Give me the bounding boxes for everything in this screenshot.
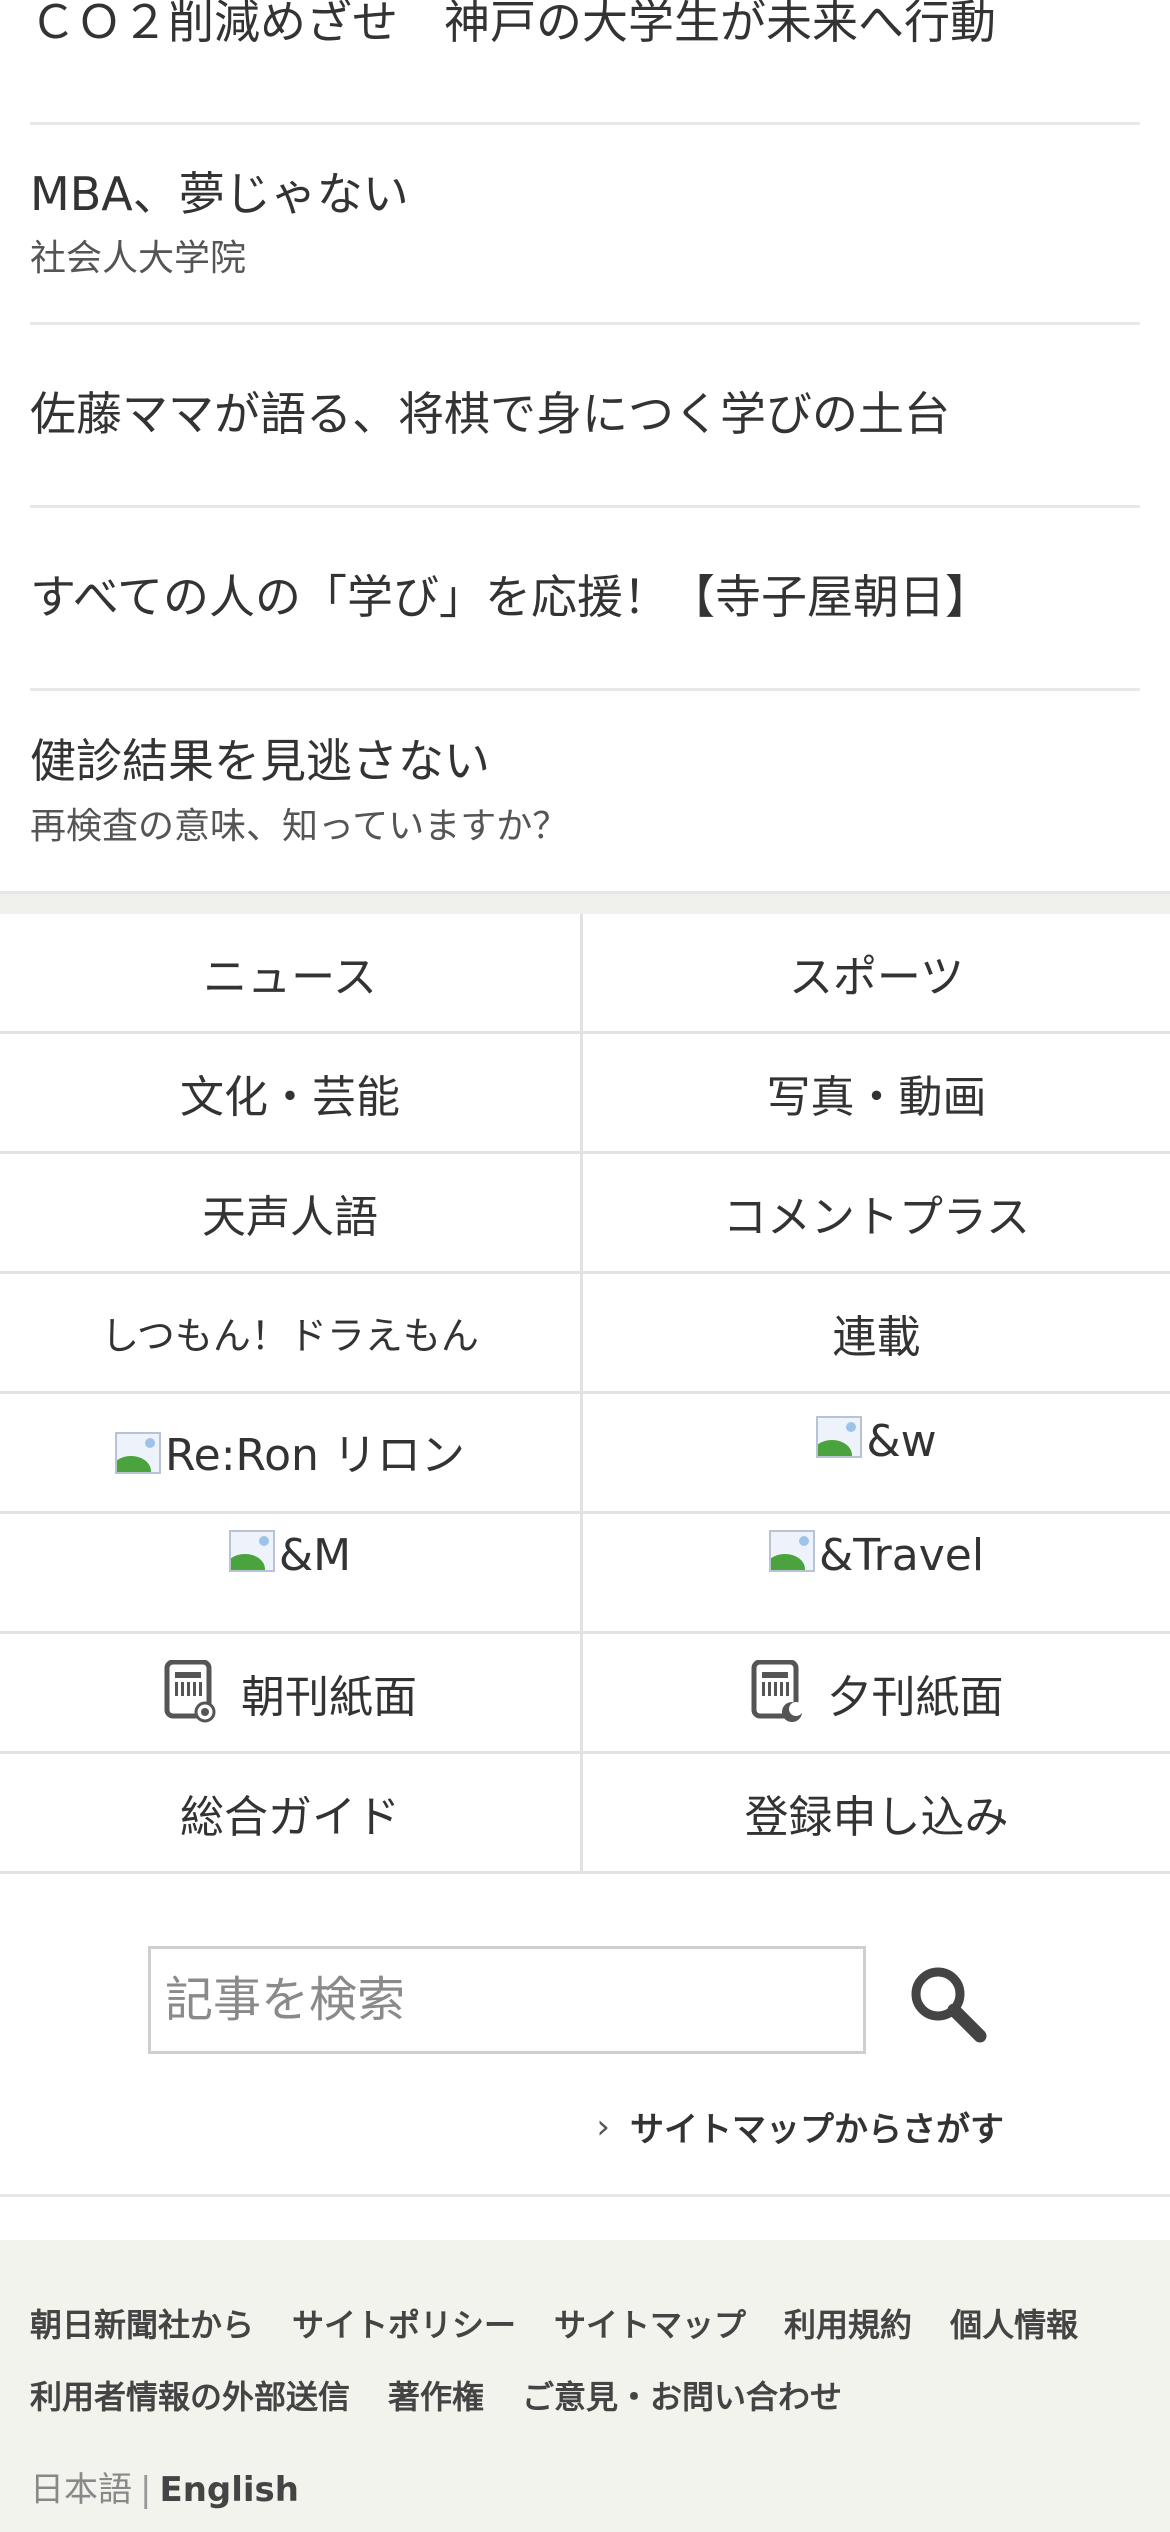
article-title[interactable]: 健診結果を見逃さない bbox=[30, 733, 1140, 791]
nav-sports[interactable]: スポーツ bbox=[583, 914, 1170, 1034]
nav-register[interactable]: 登録申し込み bbox=[583, 1754, 1170, 1874]
sitemap-label: サイトマップからさがす bbox=[630, 2110, 1004, 2150]
nav-and-w[interactable]: &w bbox=[583, 1394, 1170, 1514]
footer-links: 朝日新聞社から サイトポリシー サイトマップ 利用規約 個人情報 利用者情報の外… bbox=[30, 2300, 1140, 2444]
lang-japanese[interactable]: 日本語 bbox=[30, 2470, 132, 2510]
nav-tenseijingo[interactable]: 天声人語 bbox=[0, 1154, 583, 1274]
broken-image-icon bbox=[816, 1416, 863, 1458]
nav-label: &Travel bbox=[818, 1530, 985, 1581]
footer-link-external-data[interactable]: 利用者情報の外部送信 bbox=[30, 2372, 350, 2418]
nav-series[interactable]: 連載 bbox=[583, 1274, 1170, 1394]
article-item[interactable]: すべての人の「学び」を応援！【寺子屋朝日】 bbox=[30, 508, 1140, 691]
nav-label: &w bbox=[866, 1416, 937, 1467]
nav-label: 文化・芸能 bbox=[180, 1071, 400, 1123]
nav-culture[interactable]: 文化・芸能 bbox=[0, 1034, 583, 1154]
nav-label: 総合ガイド bbox=[180, 1791, 400, 1843]
language-switcher: 日本語 | English bbox=[30, 2462, 299, 2511]
search-input[interactable] bbox=[148, 1946, 866, 2054]
lang-separator: | bbox=[140, 2470, 152, 2510]
article-title[interactable]: MBA、夢じゃない bbox=[30, 166, 1140, 224]
nav-label: 連載 bbox=[832, 1311, 921, 1363]
nav-photo-video[interactable]: 写真・動画 bbox=[583, 1034, 1170, 1154]
footer-link-copyright[interactable]: 著作権 bbox=[388, 2372, 484, 2418]
article-title[interactable]: 佐藤ママが語る、将棋で身につく学びの土台 bbox=[30, 386, 1140, 444]
chevron-right-icon: › bbox=[596, 2106, 610, 2147]
nav-doraemon[interactable]: しつもん！ドラえもん bbox=[0, 1274, 583, 1394]
nav-comment-plus[interactable]: コメントプラス bbox=[583, 1154, 1170, 1274]
broken-image-icon bbox=[228, 1530, 275, 1572]
footer: 朝日新聞社から サイトポリシー サイトマップ 利用規約 個人情報 利用者情報の外… bbox=[0, 2240, 1170, 2532]
nav-label: 夕刊紙面 bbox=[827, 1671, 1004, 1723]
nav-news[interactable]: ニュース bbox=[0, 914, 583, 1034]
article-item[interactable]: 佐藤ママが語る、将棋で身につく学びの土台 bbox=[30, 325, 1140, 508]
nav-and-travel[interactable]: &Travel bbox=[583, 1514, 1170, 1634]
article-item[interactable]: 健診結果を見逃さない 再検査の意味、知っていますか？ bbox=[30, 691, 1140, 891]
nav-and-m[interactable]: &M bbox=[0, 1514, 583, 1634]
evening-paper-icon bbox=[751, 1659, 803, 1722]
article-subtitle: 再検査の意味、知っていますか？ bbox=[30, 805, 569, 847]
broken-image-icon bbox=[768, 1530, 815, 1572]
nav-label: Re:Ron リロン bbox=[165, 1429, 465, 1481]
article-title[interactable]: すべての人の「学び」を応援！【寺子屋朝日】 bbox=[30, 569, 1140, 627]
search-section: › サイトマップからさがす bbox=[0, 1874, 1170, 2197]
lang-english[interactable]: English bbox=[159, 2470, 299, 2510]
nav-evening-paper[interactable]: 夕刊紙面 bbox=[583, 1634, 1170, 1754]
footer-link-terms[interactable]: 利用規約 bbox=[784, 2300, 912, 2346]
morning-paper-icon bbox=[164, 1659, 216, 1722]
article-item[interactable]: MBA、夢じゃない 社会人大学院 bbox=[30, 125, 1140, 325]
nav-label: しつもん！ドラえもん bbox=[101, 1314, 479, 1358]
article-list: ＣＯ２削減めざせ 神戸の大学生が未来へ行動 MBA、夢じゃない 社会人大学院 佐… bbox=[0, 0, 1170, 891]
nav-guide[interactable]: 総合ガイド bbox=[0, 1754, 583, 1874]
footer-link-contact[interactable]: ご意見・お問い合わせ bbox=[522, 2372, 842, 2418]
broken-image-icon bbox=[115, 1431, 162, 1474]
article-title[interactable]: ＣＯ２削減めざせ 神戸の大学生が未来へ行動 bbox=[30, 0, 1140, 52]
section-divider bbox=[0, 891, 1170, 914]
nav-label: ニュース bbox=[203, 951, 377, 1003]
search-icon[interactable] bbox=[906, 1962, 988, 2044]
nav-label: 天声人語 bbox=[202, 1191, 378, 1243]
article-subtitle: 社会人大学院 bbox=[30, 238, 247, 280]
nav-label: 写真・動画 bbox=[766, 1071, 987, 1123]
nav-label: 登録申し込み bbox=[744, 1791, 1009, 1843]
footer-link-sitemap[interactable]: サイトマップ bbox=[554, 2300, 746, 2346]
sitemap-link[interactable]: › サイトマップからさがす bbox=[596, 2102, 1004, 2151]
nav-label: &M bbox=[278, 1530, 352, 1581]
footer-link-site-policy[interactable]: サイトポリシー bbox=[292, 2300, 516, 2346]
section-nav-grid: ニュース スポーツ 文化・芸能 写真・動画 天声人語 コメントプラス しつもん！… bbox=[0, 914, 1170, 1874]
nav-reron[interactable]: Re:Ron リロン bbox=[0, 1394, 583, 1514]
footer-link-company[interactable]: 朝日新聞社から bbox=[30, 2300, 254, 2346]
article-item[interactable]: ＣＯ２削減めざせ 神戸の大学生が未来へ行動 bbox=[30, 0, 1140, 125]
nav-morning-paper[interactable]: 朝刊紙面 bbox=[0, 1634, 583, 1754]
nav-label: コメントプラス bbox=[722, 1191, 1031, 1243]
footer-link-privacy[interactable]: 個人情報 bbox=[950, 2300, 1078, 2346]
nav-label: 朝刊紙面 bbox=[241, 1671, 417, 1723]
nav-label: スポーツ bbox=[788, 951, 965, 1003]
